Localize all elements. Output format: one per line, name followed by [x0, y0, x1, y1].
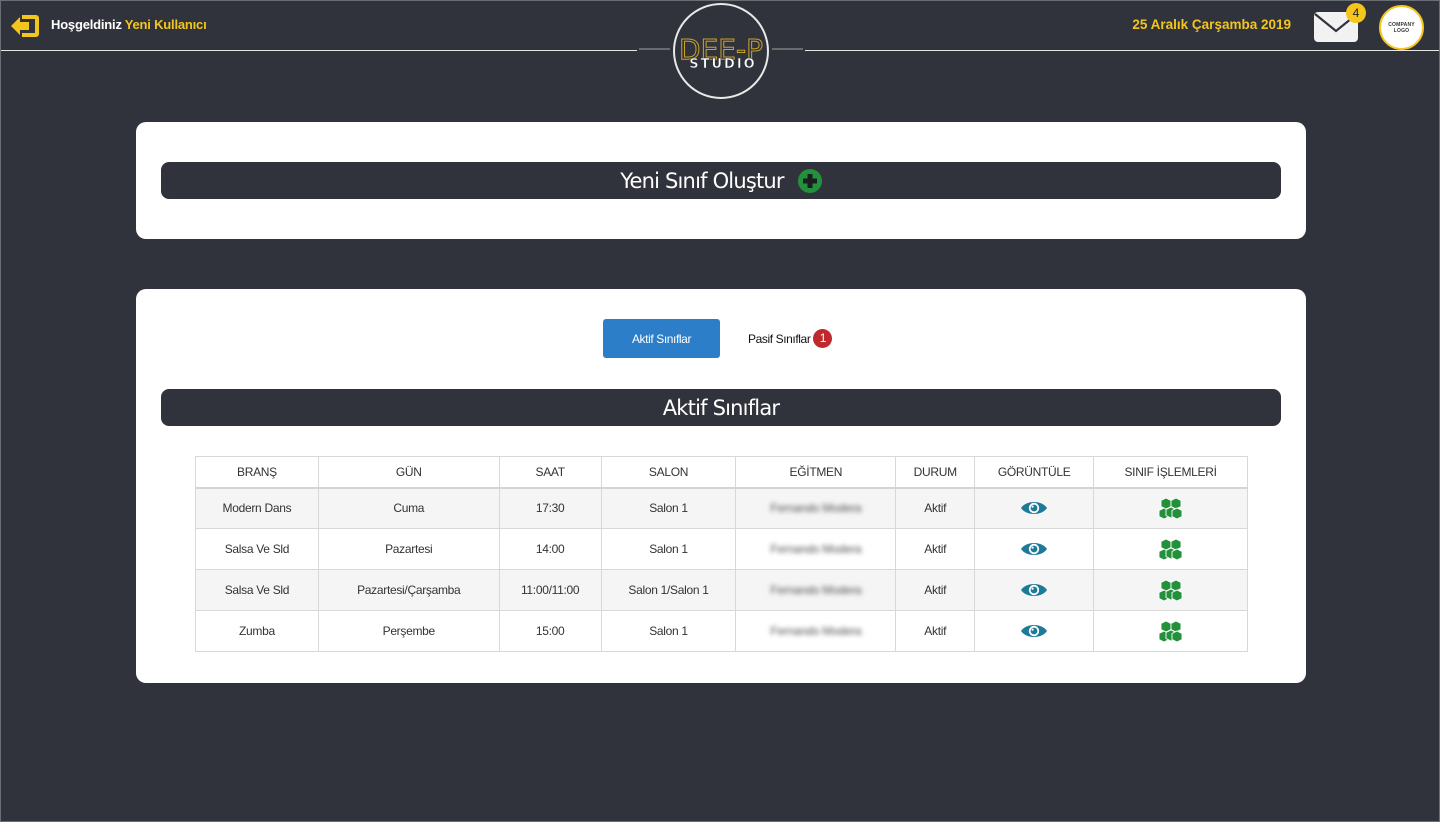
cell-view: [974, 528, 1095, 570]
table-header-row: BRANŞ GÜN SAAT SALON EĞİTMEN DURUM GÖRÜN…: [195, 456, 1248, 489]
tab-passive-label: Pasif Sınıflar: [748, 331, 811, 346]
cell-salon: Salon 1: [600, 528, 737, 570]
create-class-card: Yeni Sınıf Oluştur: [136, 122, 1306, 239]
company-logo: COMPANY LOGO: [1379, 5, 1424, 50]
cell-egitmen: Fernando Modera: [735, 487, 897, 529]
cell-operations: [1093, 487, 1248, 529]
cell-durum: Aktif: [895, 487, 976, 529]
class-list-card: Aktif Sınıflar Pasif Sınıflar 1 Aktif Sı…: [136, 289, 1306, 683]
logout-icon[interactable]: [10, 12, 42, 40]
list-title: Aktif Sınıflar: [662, 395, 780, 420]
cell-operations: [1093, 569, 1248, 611]
cell-gun: Pazartesi: [317, 528, 500, 570]
current-date: 25 Aralık Çarşamba 2019: [1132, 17, 1291, 32]
cell-salon: Salon 1/Salon 1: [600, 569, 737, 611]
welcome-text: Hoşgeldiniz: [51, 17, 122, 32]
column-header-saat[interactable]: SAAT: [498, 456, 602, 489]
cubes-icon[interactable]: [1158, 620, 1184, 642]
user-name[interactable]: Yeni Kullanıcı: [125, 17, 207, 32]
cell-brans: Salsa Ve Sld: [195, 569, 319, 611]
cell-view: [974, 569, 1095, 611]
cell-salon: Salon 1: [600, 610, 737, 652]
cell-saat: 11:00/11:00: [498, 569, 602, 611]
table-row: Zumba Perşembe 15:00 Salon 1 Fernando Mo…: [195, 610, 1248, 652]
table-row: Salsa Ve Sld Pazartesi/Çarşamba 11:00/11…: [195, 569, 1248, 611]
column-header-durum[interactable]: DURUM: [895, 456, 976, 489]
column-header-sinif-islemleri: SINIF İŞLEMLERİ: [1093, 456, 1248, 489]
cell-saat: 17:30: [498, 487, 602, 529]
cell-salon: Salon 1: [600, 487, 737, 529]
classes-table: BRANŞ GÜN SAAT SALON EĞİTMEN DURUM GÖRÜN…: [195, 456, 1248, 652]
eye-icon[interactable]: [1020, 622, 1048, 640]
eye-icon[interactable]: [1020, 540, 1048, 558]
cell-brans: Zumba: [195, 610, 319, 652]
cell-brans: Modern Dans: [195, 487, 319, 529]
cell-operations: [1093, 528, 1248, 570]
create-class-button[interactable]: Yeni Sınıf Oluştur: [161, 162, 1281, 199]
studio-logo[interactable]: DEE-P STUDIO: [637, 1, 805, 105]
passive-count-badge: 1: [813, 329, 833, 348]
tab-passive-classes[interactable]: Pasif Sınıflar 1: [748, 319, 833, 358]
cell-operations: [1093, 610, 1248, 652]
cell-saat: 15:00: [498, 610, 602, 652]
cell-view: [974, 610, 1095, 652]
create-class-title: Yeni Sınıf Oluştur: [620, 168, 784, 193]
cubes-icon[interactable]: [1158, 497, 1184, 520]
cell-durum: Aktif: [895, 569, 976, 611]
eye-icon[interactable]: [1020, 581, 1048, 599]
cell-saat: 14:00: [498, 528, 602, 570]
cubes-icon[interactable]: [1158, 538, 1184, 560]
column-header-gun[interactable]: GÜN: [317, 456, 500, 489]
cell-egitmen: Fernando Modera: [735, 569, 897, 611]
brand-text-bottom: STUDIO: [689, 57, 756, 72]
cell-view: [974, 487, 1095, 529]
column-header-salon[interactable]: SALON: [600, 456, 737, 489]
cell-egitmen: Fernando Modera: [735, 610, 897, 652]
table-row: Modern Dans Cuma 17:30 Salon 1 Fernando …: [195, 487, 1248, 529]
column-header-brans[interactable]: BRANŞ: [195, 456, 319, 489]
cell-gun: Perşembe: [317, 610, 500, 652]
cell-gun: Pazartesi/Çarşamba: [317, 569, 500, 611]
tab-active-classes[interactable]: Aktif Sınıflar: [603, 319, 720, 358]
cell-durum: Aktif: [895, 528, 976, 570]
column-header-egitmen[interactable]: EĞİTMEN: [735, 456, 897, 489]
mail-count-badge[interactable]: 4: [1346, 3, 1366, 23]
cubes-icon[interactable]: [1158, 579, 1184, 601]
cell-egitmen: Fernando Modera: [735, 528, 897, 570]
table-row: Salsa Ve Sld Pazartesi 14:00 Salon 1 Fer…: [195, 528, 1248, 570]
list-title-bar: Aktif Sınıflar: [161, 389, 1281, 426]
cell-brans: Salsa Ve Sld: [195, 528, 319, 570]
plus-circle-icon[interactable]: [797, 168, 822, 193]
cell-gun: Cuma: [317, 487, 500, 529]
welcome-message: Hoşgeldiniz Yeni Kullanıcı: [51, 17, 207, 32]
eye-icon[interactable]: [1020, 499, 1048, 517]
cell-durum: Aktif: [895, 610, 976, 652]
column-header-goruntule: GÖRÜNTÜLE: [974, 456, 1095, 489]
